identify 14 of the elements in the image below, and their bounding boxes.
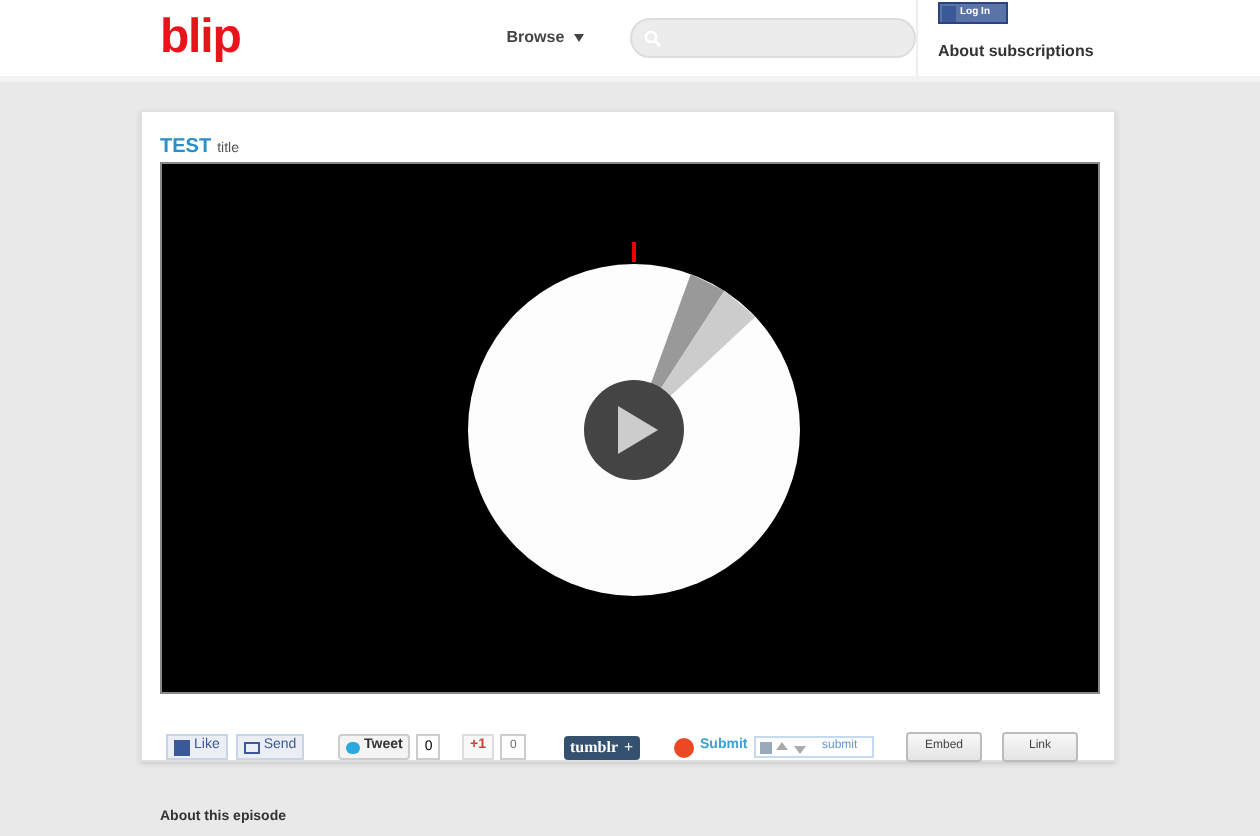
video-player[interactable]: [160, 162, 1100, 694]
tumblr-button[interactable]: tumblr +: [564, 735, 640, 759]
playhead-marker: [632, 242, 636, 262]
browse-menu[interactable]: Browse: [506, 26, 585, 50]
envelope-icon: [243, 741, 260, 753]
search-field[interactable]: [630, 18, 916, 58]
vote-arrows-icon: [760, 739, 808, 755]
caret-icon: [574, 34, 585, 42]
episode-title: TEST: [160, 134, 212, 162]
blip-logo[interactable]: blip: [160, 14, 241, 62]
play-button[interactable]: [584, 380, 684, 480]
tumblr-label: tumblr: [570, 735, 618, 759]
about-subscriptions-link[interactable]: About subscriptions: [938, 40, 1094, 64]
plus-label: +: [624, 735, 634, 759]
